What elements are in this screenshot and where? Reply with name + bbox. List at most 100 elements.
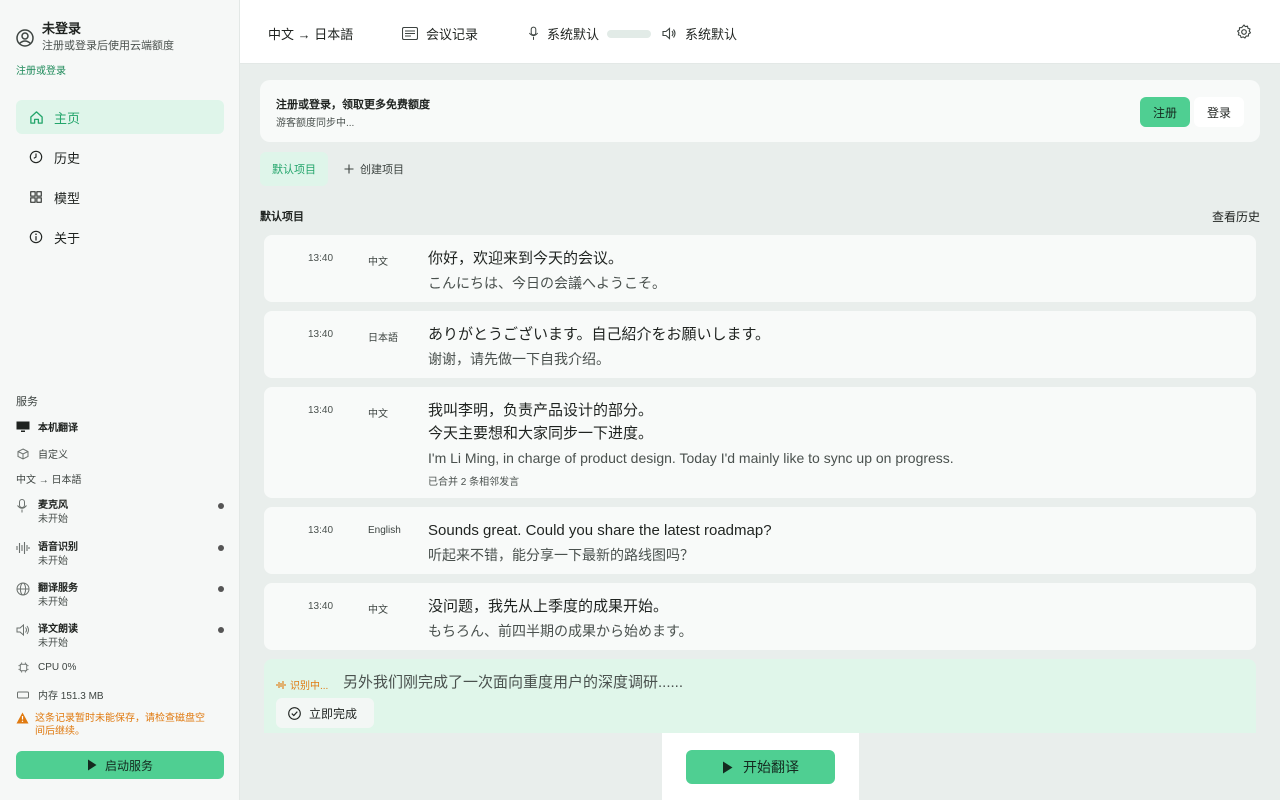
user-panel: 未登录 注册或登录后使用云端额度 [16,20,174,54]
tab-default-project[interactable]: 默认项目 [260,152,328,186]
section-title: 默认项目 [260,211,304,223]
transcript-entry: 13:40 日本語 ありがとうございます。自己紹介をお願いします。 谢谢，请先做… [264,311,1256,378]
globe-icon [16,582,30,601]
status-title: 翻译服务 [38,583,78,594]
nav-label-history: 历史 [54,150,81,166]
gear-icon [1237,24,1252,39]
entry-translation: こんにちは、今日の会議へようこそ。 [428,275,666,291]
entry-language: 中文 [368,257,388,268]
speaker-selector[interactable]: 系统默认 [662,24,737,43]
recognizing-badge: 识别中... [276,677,328,692]
nav-menu: 主页 历史 模型 关于 [16,100,224,260]
cpu-usage: CPU 0% [38,662,77,673]
plus-icon [344,164,354,174]
memory-row: 内存 151.3 MB [16,687,104,702]
recognizing-label: 识别中... [290,681,329,692]
memory-usage: 内存 151.3 MB [38,691,104,702]
live-recognition-panel: 识别中... 另外我们刚完成了一次面向重度用户的深度调研...... 立即完成 [264,659,1256,733]
language-selector[interactable]: 中文 → 日本語 [268,24,353,43]
status-text: 未开始 [38,597,68,608]
entry-language: English [368,525,401,536]
home-icon [28,109,44,125]
meeting-notes-button[interactable]: 会议记录 [402,24,478,43]
finish-now-button[interactable]: 立即完成 [276,698,374,728]
transcript-entry: 13:40 中文 我叫李明，负责产品设计的部分。 今天主要想和大家同步一下进度。… [264,387,1256,498]
entry-language: 中文 [368,409,388,420]
storage-warning: 这条记录暂时未能保存，请检查磁盘空间后继续。 [16,712,206,738]
entry-time: 13:40 [308,253,334,264]
create-project-button[interactable]: 创建项目 [340,152,404,186]
status-title: 译文朗读 [38,624,78,635]
register-login-link[interactable]: 注册或登录 [16,62,66,77]
cube-icon [16,447,30,460]
cpu-icon [16,662,30,673]
mic-level-slider[interactable] [607,29,652,38]
login-button[interactable]: 登录 [1194,97,1244,127]
custom-row[interactable]: 自定义 [16,446,68,461]
cpu-row: CPU 0% [16,662,76,673]
service-lang-pair: 中文 → 日本語 [16,475,82,486]
document-icon [402,27,418,40]
nav-item-about[interactable]: 关于 [16,220,224,254]
monitor-icon [16,421,30,433]
status-dot [218,627,224,633]
language-pair: 中文 → 日本語 [268,27,354,42]
clock-icon [28,149,44,165]
entry-language: 日本語 [368,333,398,344]
check-circle-icon [288,706,301,720]
entry-source-text: 我叫李明，负责产品设计的部分。 [428,402,654,419]
waveform-icon [276,680,286,689]
play-icon [87,759,97,771]
entry-translation: もちろん、前四半期の成果から始めます。 [428,623,693,639]
memory-icon [16,690,30,700]
nav-label-models: 模型 [54,190,81,206]
info-icon [28,229,44,245]
services-title: 服务 [16,396,38,408]
settings-button[interactable] [1236,24,1252,45]
view-history-link[interactable]: 查看历史 [1212,208,1260,225]
microphone-icon [528,26,539,40]
status-dot [218,503,224,509]
nav-label-about: 关于 [54,230,81,246]
speaker-device: 系统默认 [685,27,738,42]
nav-item-history[interactable]: 历史 [16,140,224,174]
status-title: 麦克风 [38,500,68,511]
banner-title: 注册或登录，领取更多免费额度 [276,99,430,111]
speaker-icon [662,27,676,40]
entry-source-text: ありがとうございます。自己紹介をお願いします。 [428,326,771,343]
entry-time: 13:40 [308,525,334,536]
status-title: 语音识别 [38,542,78,553]
status-tts: 译文朗读 未开始 [16,623,224,651]
nav-item-home[interactable]: 主页 [16,100,224,134]
start-service-label: 启动服务 [104,758,153,773]
nav-item-models[interactable]: 模型 [16,180,224,214]
waveform-icon [16,541,30,560]
entry-source-text: 没问题，我先从上季度的成果开始。 [428,598,669,615]
user-subtitle: 注册或登录后使用云端额度 [42,40,174,52]
transcript-entry: 13:40 English Sounds great. Could you sh… [264,507,1256,574]
mic-selector[interactable]: 系统默认 [528,24,652,43]
sidebar: 未登录 注册或登录后使用云端额度 注册或登录 主页 历史 模型 关于 服务 本机… [0,0,240,800]
microphone-icon [16,499,28,518]
entry-translation: 听起来不错，能分享一下最新的路线图吗？ [428,547,694,563]
status-text: 未开始 [38,638,68,649]
nav-label-home: 主页 [54,110,81,126]
start-translation-label: 开始翻译 [743,759,799,775]
speaker-icon [16,623,30,642]
entry-time: 13:40 [308,329,334,340]
merged-note: 已合并 2 条相邻发言 [428,477,520,488]
register-button[interactable]: 注册 [1140,97,1190,127]
warning-text: 这条记录暂时未能保存，请检查磁盘空间后继续。 [35,713,205,737]
entry-time: 13:40 [308,601,334,612]
local-translation-label: 本机翻译 [38,423,78,434]
local-translation-row: 本机翻译 [16,419,78,434]
live-text: 另外我们刚完成了一次面向重度用户的深度调研...... [343,674,684,691]
finish-now-label: 立即完成 [309,706,358,721]
status-dot [218,586,224,592]
status-text: 未开始 [38,556,68,567]
grid-icon [28,189,44,205]
top-bar: 中文 → 日本語 会议记录 系统默认 系统默认 [240,0,1280,64]
start-translation-button[interactable]: 开始翻译 [686,750,835,784]
banner-subtitle: 游客额度同步中... [276,118,355,129]
start-service-button[interactable]: 启动服务 [16,751,224,779]
